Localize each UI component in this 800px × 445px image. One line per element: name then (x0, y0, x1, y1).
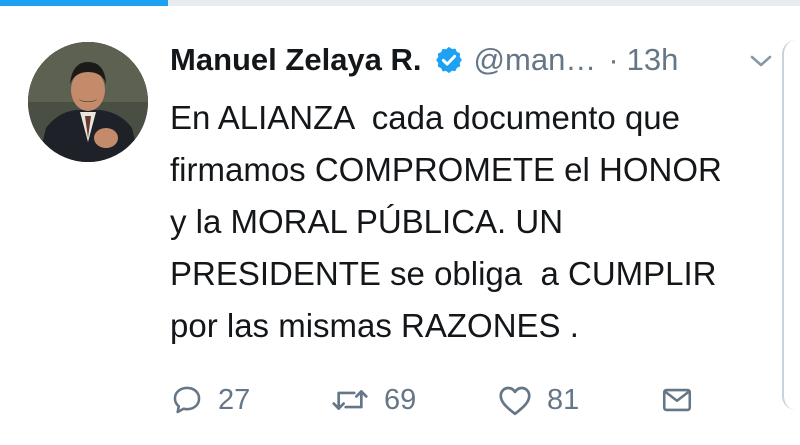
avatar-photo (28, 42, 148, 162)
reply-button[interactable]: 27 (170, 375, 250, 425)
tweet-timestamp[interactable]: 13h (627, 42, 679, 78)
direct-message-button[interactable] (660, 375, 694, 425)
verified-badge-icon (434, 45, 464, 75)
retweet-icon (332, 390, 368, 410)
tweet-header: Manuel Zelaya R. @man… · 13h (170, 36, 678, 84)
reply-count: 27 (218, 383, 251, 416)
envelope-icon (662, 388, 692, 412)
like-button[interactable]: 81 (497, 375, 579, 425)
author-name[interactable]: Manuel Zelaya R. (170, 42, 422, 78)
like-count: 81 (547, 383, 580, 416)
chevron-down-icon[interactable] (748, 52, 774, 70)
loading-progress-fill (0, 0, 168, 6)
avatar[interactable] (28, 42, 148, 162)
header-separator: · (608, 42, 619, 77)
adjacent-panel-edge (782, 40, 800, 410)
retweet-count: 69 (384, 383, 417, 416)
retweet-button[interactable]: 69 (330, 375, 416, 425)
heart-icon (499, 386, 531, 416)
tweet-text: En ALIANZA cada documento que firmamos C… (170, 99, 722, 344)
author-handle[interactable]: @man… (474, 42, 597, 78)
reply-icon (173, 386, 201, 414)
loading-progress-track (0, 0, 800, 6)
tweet-actions: 27 69 81 (170, 375, 730, 425)
